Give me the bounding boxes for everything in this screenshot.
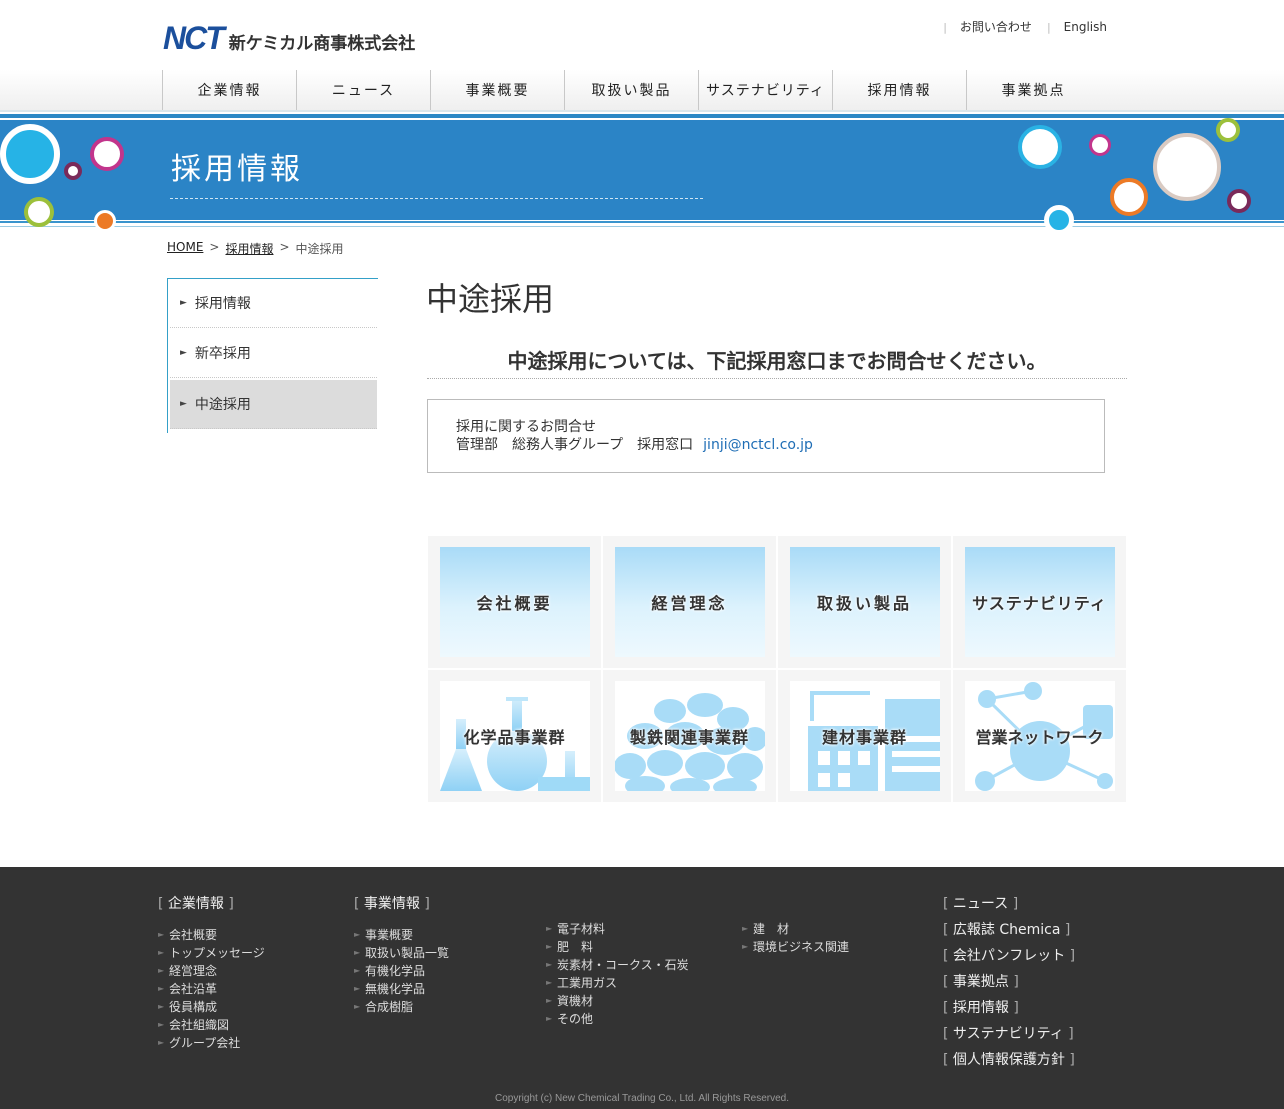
circle-decor — [1018, 125, 1062, 169]
contact-heading: 採用に関するお問合せ — [456, 419, 596, 435]
footer-col-products-3: ► 建 材 ► 環境ビジネス関連 — [742, 920, 849, 956]
footer-link[interactable]: ► 経営理念 — [158, 962, 265, 980]
footer-heading[interactable]: [ 会社パンフレット ] — [943, 947, 1075, 965]
tile-building[interactable]: 建材事業群 — [777, 669, 952, 803]
arrow-icon: ► — [180, 399, 187, 409]
footer-col-company: [ 企業情報 ] ► 会社概要 ► トップメッセージ ► 経営理念 ► 会社沿革 ► 役員… — [158, 895, 265, 1052]
footer-link[interactable]: ► 有機化学品 — [354, 962, 449, 980]
tile-sustainability[interactable]: サステナビリティ — [952, 535, 1127, 669]
tile-steel[interactable]: 製鉄関連事業群 — [602, 669, 777, 803]
footer-link[interactable]: ► トップメッセージ — [158, 944, 265, 962]
footer-link[interactable]: ► 会社組織図 — [158, 1016, 265, 1034]
circle-decor — [1044, 205, 1074, 235]
footer-col-right: [ ニュース ] [ 広報誌 Chemica ] [ 会社パンフレット ] [ … — [943, 895, 1075, 1077]
tile-chemicals[interactable]: 化学品事業群 — [427, 669, 602, 803]
circle-decor — [1089, 134, 1111, 156]
footer-link[interactable]: ► 取扱い製品一覧 — [354, 944, 449, 962]
lead-text: 中途採用については、下記採用窓口までお問合せください。 — [427, 345, 1127, 379]
tile-philosophy[interactable]: 経営理念 — [602, 535, 777, 669]
footer-link[interactable]: ► 無機化学品 — [354, 980, 449, 998]
arrow-icon: ► — [180, 298, 187, 308]
footer-link[interactable]: ► 役員構成 — [158, 998, 265, 1016]
footer-link[interactable]: ► 炭素材・コークス・石炭 — [546, 956, 689, 974]
footer-col-business: [ 事業情報 ] ► 事業概要 ► 取扱い製品一覧 ► 有機化学品 ► 無機化学品 ► 合… — [354, 895, 449, 1016]
gnav-recruit[interactable]: 採用情報 — [832, 70, 966, 110]
arrow-icon: ► — [180, 348, 187, 358]
footer-link[interactable]: ► 会社沿革 — [158, 980, 265, 998]
footer-link[interactable]: ► 合成樹脂 — [354, 998, 449, 1016]
circle-decor — [1216, 118, 1240, 142]
footer-link[interactable]: ► 事業概要 — [354, 926, 449, 944]
contact-email-link[interactable]: jinji@nctcl.co.jp — [703, 437, 813, 453]
gnav-news[interactable]: ニュース — [296, 70, 430, 110]
footer-link[interactable]: ► 肥 料 — [546, 938, 689, 956]
english-link[interactable]: | English — [1047, 19, 1107, 35]
tile-company-overview[interactable]: 会社概要 — [427, 535, 602, 669]
breadcrumb-current: 中途採用 — [295, 242, 344, 256]
contact-department: 管理部 総務人事グループ 採用窓口 — [456, 437, 694, 453]
circle-decor — [1110, 178, 1148, 216]
footer-heading[interactable]: [ 事業拠点 ] — [943, 973, 1075, 991]
circle-decor — [94, 210, 116, 232]
breadcrumb-home[interactable]: HOME — [167, 240, 203, 257]
footer-link[interactable]: ► 電子材料 — [546, 920, 689, 938]
side-nav-mid-career[interactable]: ► 中途採用 — [170, 380, 377, 429]
footer-heading[interactable]: [ 広報誌 Chemica ] — [943, 921, 1075, 939]
utility-nav: | お問い合わせ | English — [936, 19, 1107, 35]
page-title: 中途採用 — [426, 280, 555, 318]
link-tiles: 会社概要 経営理念 取扱い製品 サステナビリティ 化学品事業群 製鉄関連事業群 — [427, 535, 1127, 803]
gnav-locations[interactable]: 事業拠点 — [966, 70, 1100, 110]
circle-decor — [1227, 189, 1251, 213]
tile-products[interactable]: 取扱い製品 — [777, 535, 952, 669]
footer-heading[interactable]: [ 事業情報 ] — [354, 895, 449, 913]
side-nav-recruit[interactable]: ► 採用情報 — [170, 279, 377, 328]
tile-network[interactable]: 営業ネットワーク — [952, 669, 1127, 803]
gnav-business[interactable]: 事業概要 — [430, 70, 564, 110]
footer-link[interactable]: ► 建 材 — [742, 920, 849, 938]
circle-decor — [24, 197, 54, 227]
contact-box: 採用に関するお問合せ 管理部 総務人事グループ 採用窓口 jinji@nctcl.… — [427, 399, 1105, 473]
footer-col-products-2: ► 電子材料 ► 肥 料 ► 炭素材・コークス・石炭 ► 工業用ガス ► 資機材 ► その他 — [546, 920, 689, 1028]
banner-title: 採用情報 — [171, 152, 303, 187]
contact-link[interactable]: | お問い合わせ — [943, 19, 1032, 35]
gnav-sustainability[interactable]: サステナビリティ — [698, 70, 832, 110]
footer-heading[interactable]: [ ニュース ] — [943, 895, 1075, 913]
footer-heading[interactable]: [ 個人情報保護方針 ] — [943, 1051, 1075, 1069]
gnav-products[interactable]: 取扱い製品 — [564, 70, 698, 110]
company-logo[interactable]: NCT 新ケミカル商事株式会社 — [163, 22, 415, 54]
footer-link[interactable]: ► 工業用ガス — [546, 974, 689, 992]
logo-mark: NCT — [163, 20, 225, 56]
footer-link[interactable]: ► 会社概要 — [158, 926, 265, 944]
footer-heading[interactable]: [ 企業情報 ] — [158, 895, 265, 913]
side-nav: ► 採用情報 ► 新卒採用 ► 中途採用 — [167, 278, 378, 433]
footer-link[interactable]: ► 環境ビジネス関連 — [742, 938, 849, 956]
circle-decor — [64, 162, 82, 180]
circle-decor — [1153, 133, 1221, 201]
copyright: Copyright (c) New Chemical Trading Co., … — [494, 1093, 789, 1104]
circle-decor — [0, 124, 60, 184]
side-nav-new-grad[interactable]: ► 新卒採用 — [170, 329, 377, 378]
footer-link[interactable]: ► その他 — [546, 1010, 689, 1028]
footer-heading[interactable]: [ 採用情報 ] — [943, 999, 1075, 1017]
footer-link[interactable]: ► グループ会社 — [158, 1034, 265, 1052]
gnav-company[interactable]: 企業情報 — [162, 70, 296, 110]
breadcrumb-recruit[interactable]: 採用情報 — [225, 240, 273, 257]
footer: [ 企業情報 ] ► 会社概要 ► トップメッセージ ► 経営理念 ► 会社沿革 ► 役員… — [0, 867, 1284, 1109]
circle-decor — [90, 137, 124, 171]
logo-company-name: 新ケミカル商事株式会社 — [228, 33, 416, 54]
global-nav: 企業情報 ニュース 事業概要 取扱い製品 サステナビリティ 採用情報 事業拠点 — [162, 70, 1100, 110]
footer-heading[interactable]: [ サステナビリティ ] — [943, 1025, 1075, 1043]
footer-link[interactable]: ► 資機材 — [546, 992, 689, 1010]
breadcrumb: HOME > 採用情報 > 中途採用 — [167, 240, 344, 257]
